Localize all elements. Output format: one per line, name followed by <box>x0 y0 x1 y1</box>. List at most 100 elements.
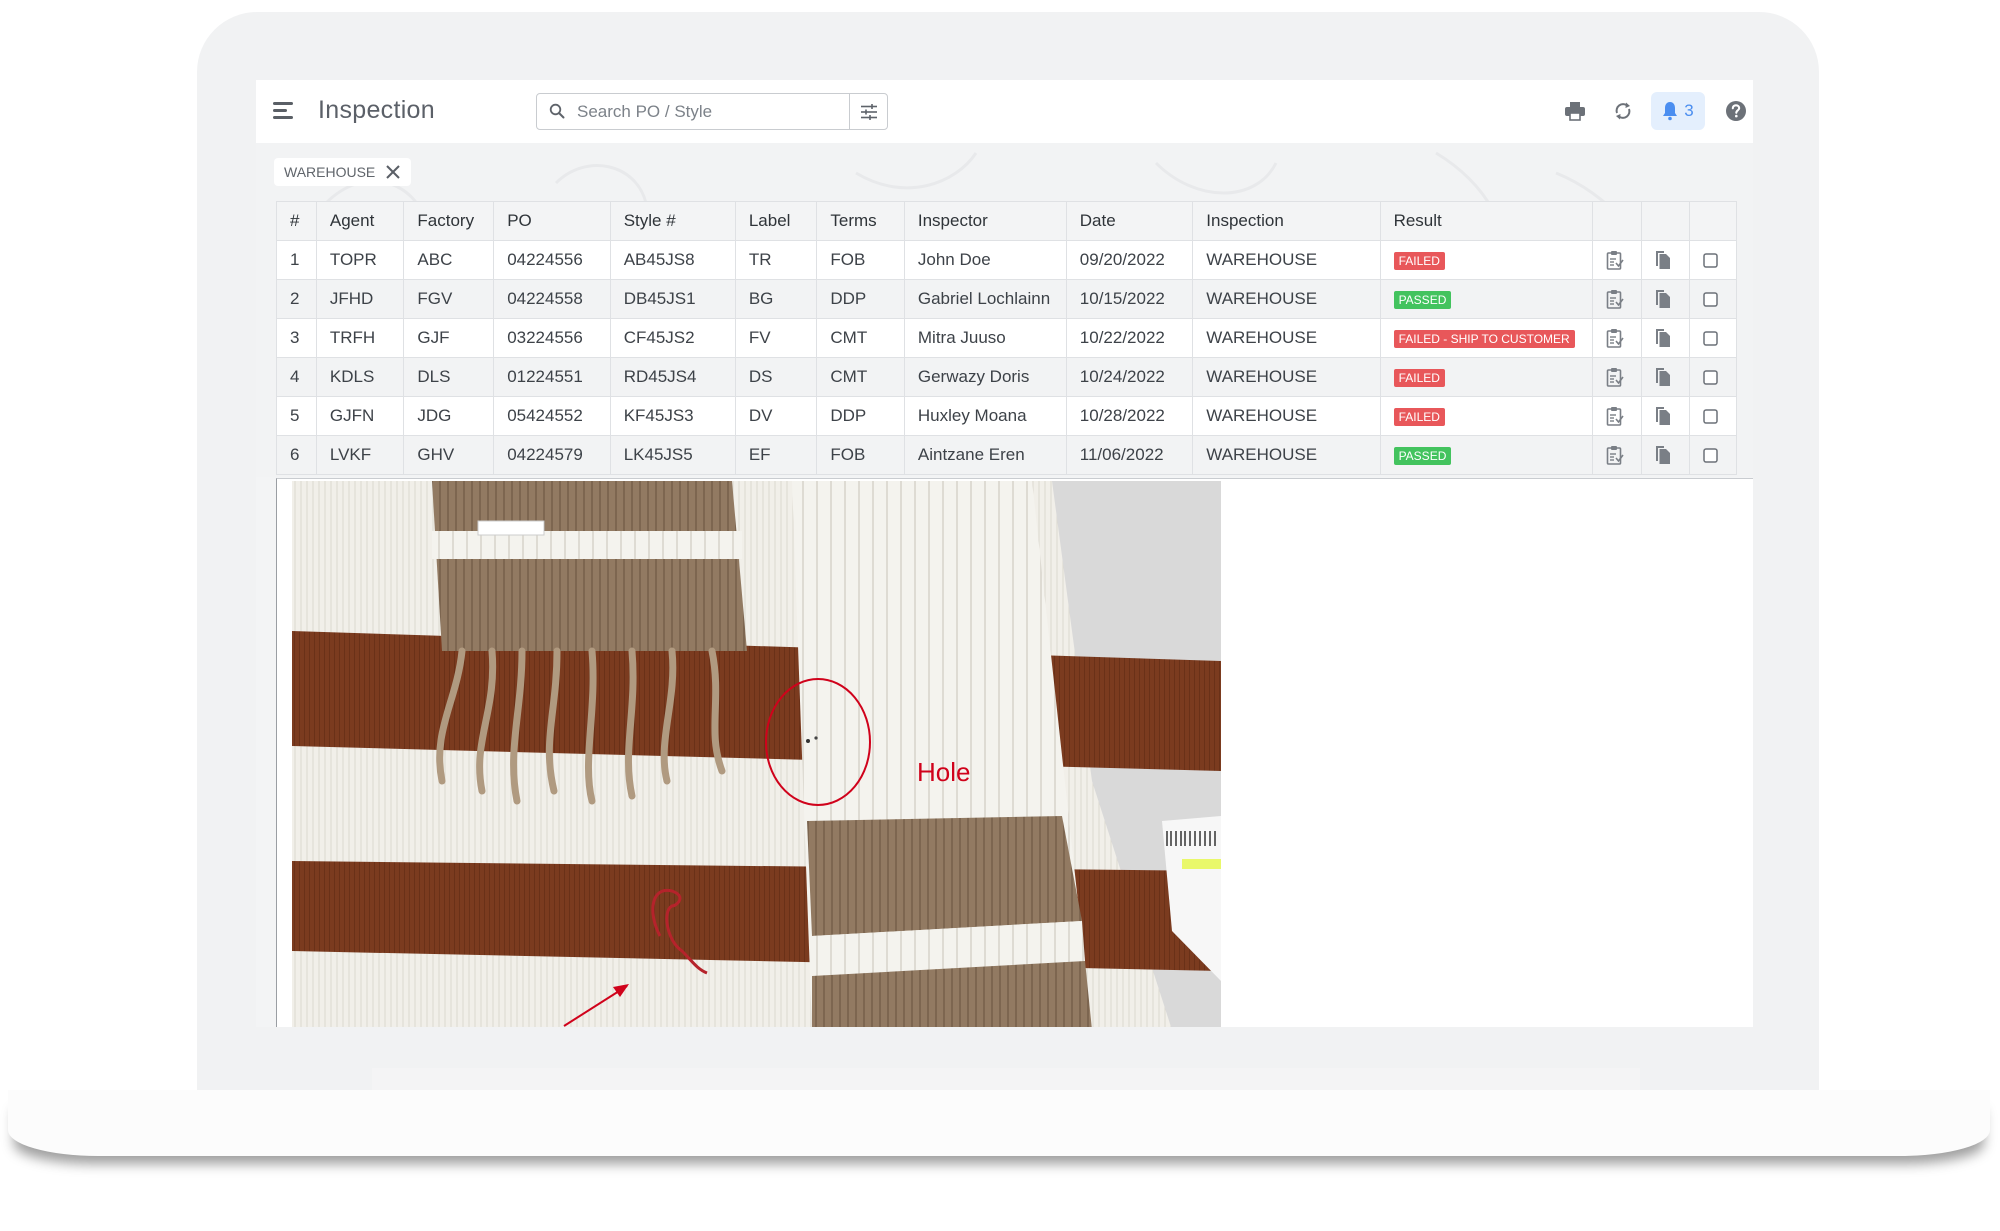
cell-terms: CMT <box>816 318 905 358</box>
notification-count: 3 <box>1684 101 1694 120</box>
cell-result: FAILED <box>1379 396 1594 436</box>
copy-button[interactable] <box>1641 318 1691 358</box>
filter-chip-warehouse: WAREHOUSE <box>274 158 412 186</box>
column-header-date[interactable]: Date <box>1065 201 1194 241</box>
cell-row-number: 2 <box>276 279 317 319</box>
row-select-checkbox[interactable] <box>1689 357 1737 397</box>
column-header-select <box>1689 201 1737 241</box>
table-row[interactable]: 4 KDLS DLS 01224551 RD45JS4 DS CMT Gerwazy Dori… <box>276 357 1737 397</box>
cell-result: FAILED - SHIP TO CUSTOMER <box>1379 318 1594 358</box>
cell-date: 10/22/2022 <box>1065 318 1194 358</box>
close-icon[interactable] <box>385 164 401 180</box>
cell-agent: KDLS <box>315 357 405 397</box>
cell-agent: TRFH <box>315 318 405 358</box>
cell-row-number: 1 <box>276 240 317 280</box>
table-row[interactable]: 5 GJFN JDG 05424552 KF45JS3 DV DDP Huxley Moana… <box>276 396 1737 436</box>
cell-inspection-type: WAREHOUSE <box>1192 240 1381 280</box>
column-header-result[interactable]: Result <box>1379 201 1594 241</box>
cell-inspector: Huxley Moana <box>903 396 1067 436</box>
column-header-inspection[interactable]: Inspection <box>1192 201 1381 241</box>
search-input[interactable] <box>577 94 847 129</box>
cell-inspector: John Doe <box>903 240 1067 280</box>
inspect-report-button[interactable] <box>1592 357 1643 397</box>
column-header-po[interactable]: PO <box>493 201 611 241</box>
refresh-button[interactable] <box>1610 98 1636 124</box>
cell-inspection-type: WAREHOUSE <box>1192 279 1381 319</box>
cell-agent: GJFN <box>315 396 405 436</box>
cell-result: PASSED <box>1379 279 1594 319</box>
inspect-report-button[interactable] <box>1592 396 1643 436</box>
search-box <box>536 93 888 130</box>
inspection-table: # Agent Factory PO Style # Label Terms I… <box>276 201 1737 475</box>
defect-photo[interactable]: Hole <box>292 481 1221 1027</box>
cell-po: 04224579 <box>493 435 611 475</box>
column-header-factory[interactable]: Factory <box>403 201 495 241</box>
copy-button[interactable] <box>1641 240 1691 280</box>
checkbox-icon <box>1703 292 1718 307</box>
copy-button[interactable] <box>1641 279 1691 319</box>
row-select-checkbox[interactable] <box>1689 396 1737 436</box>
inspect-report-button[interactable] <box>1592 435 1643 475</box>
photo-viewer: Hole <box>276 478 1753 1027</box>
table-row[interactable]: 6 LVKF GHV 04224579 LK45JS5 EF FOB Aintzane Ere… <box>276 435 1737 475</box>
row-select-checkbox[interactable] <box>1689 318 1737 358</box>
bell-icon <box>1663 102 1678 121</box>
cell-label: DV <box>734 396 818 436</box>
cell-date: 11/06/2022 <box>1065 435 1194 475</box>
status-badge: FAILED <box>1393 408 1445 426</box>
column-header-agent[interactable]: Agent <box>315 201 405 241</box>
cell-date: 10/15/2022 <box>1065 279 1194 319</box>
row-select-checkbox[interactable] <box>1689 435 1737 475</box>
clipboard-check-icon <box>1606 445 1625 466</box>
menu-icon[interactable] <box>273 102 293 120</box>
cell-date: 10/24/2022 <box>1065 357 1194 397</box>
clipboard-check-icon <box>1606 289 1625 310</box>
cell-result: PASSED <box>1379 435 1594 475</box>
column-header-label[interactable]: Label <box>734 201 818 241</box>
filter-button[interactable] <box>849 94 887 129</box>
cell-terms: FOB <box>816 240 905 280</box>
cell-inspection-type: WAREHOUSE <box>1192 435 1381 475</box>
print-icon <box>1565 102 1585 121</box>
copy-document-icon <box>1655 289 1671 309</box>
cell-inspection-type: WAREHOUSE <box>1192 357 1381 397</box>
cell-factory: FGV <box>403 279 495 319</box>
cell-style-number: RD45JS4 <box>609 357 736 397</box>
notifications-button[interactable]: 3 <box>1651 92 1705 130</box>
row-select-checkbox[interactable] <box>1689 279 1737 319</box>
copy-button[interactable] <box>1641 357 1691 397</box>
status-badge: FAILED <box>1393 369 1445 387</box>
table-row[interactable]: 2 JFHD FGV 04224558 DB45JS1 BG DDP Gabriel Loch… <box>276 279 1737 319</box>
help-button[interactable] <box>1723 98 1749 124</box>
help-icon <box>1726 101 1746 121</box>
cell-inspector: Gabriel Lochlainn <box>903 279 1067 319</box>
column-header-terms[interactable]: Terms <box>816 201 905 241</box>
cell-date: 09/20/2022 <box>1065 240 1194 280</box>
cell-inspector: Aintzane Eren <box>903 435 1067 475</box>
cell-row-number: 5 <box>276 396 317 436</box>
table-row[interactable]: 3 TRFH GJF 03224556 CF45JS2 FV CMT Mitra Juuso 1… <box>276 318 1737 358</box>
row-select-checkbox[interactable] <box>1689 240 1737 280</box>
filter-chip-label: WAREHOUSE <box>284 164 376 180</box>
cell-agent: JFHD <box>315 279 405 319</box>
inspect-report-button[interactable] <box>1592 318 1643 358</box>
column-header-inspector[interactable]: Inspector <box>903 201 1067 241</box>
cell-label: BG <box>734 279 818 319</box>
defect-annotation-label: Hole <box>917 757 970 787</box>
status-badge: FAILED - SHIP TO CUSTOMER <box>1393 330 1575 348</box>
table-row[interactable]: 1 TOPR ABC 04224556 AB45JS8 TR FOB John Doe 09/2… <box>276 240 1737 280</box>
top-bar: Inspection Search PO / Style 3 <box>256 80 1753 143</box>
inspect-report-button[interactable] <box>1592 240 1643 280</box>
page-title: Inspection <box>318 96 435 124</box>
copy-button[interactable] <box>1641 396 1691 436</box>
copy-button[interactable] <box>1641 435 1691 475</box>
cell-po: 05424552 <box>493 396 611 436</box>
print-button[interactable] <box>1562 98 1588 124</box>
column-header-style[interactable]: Style # <box>609 201 736 241</box>
clipboard-check-icon <box>1606 406 1625 427</box>
column-header-number[interactable]: # <box>276 201 317 241</box>
cell-terms: DDP <box>816 396 905 436</box>
cell-date: 10/28/2022 <box>1065 396 1194 436</box>
cell-style-number: LK45JS5 <box>609 435 736 475</box>
inspect-report-button[interactable] <box>1592 279 1643 319</box>
